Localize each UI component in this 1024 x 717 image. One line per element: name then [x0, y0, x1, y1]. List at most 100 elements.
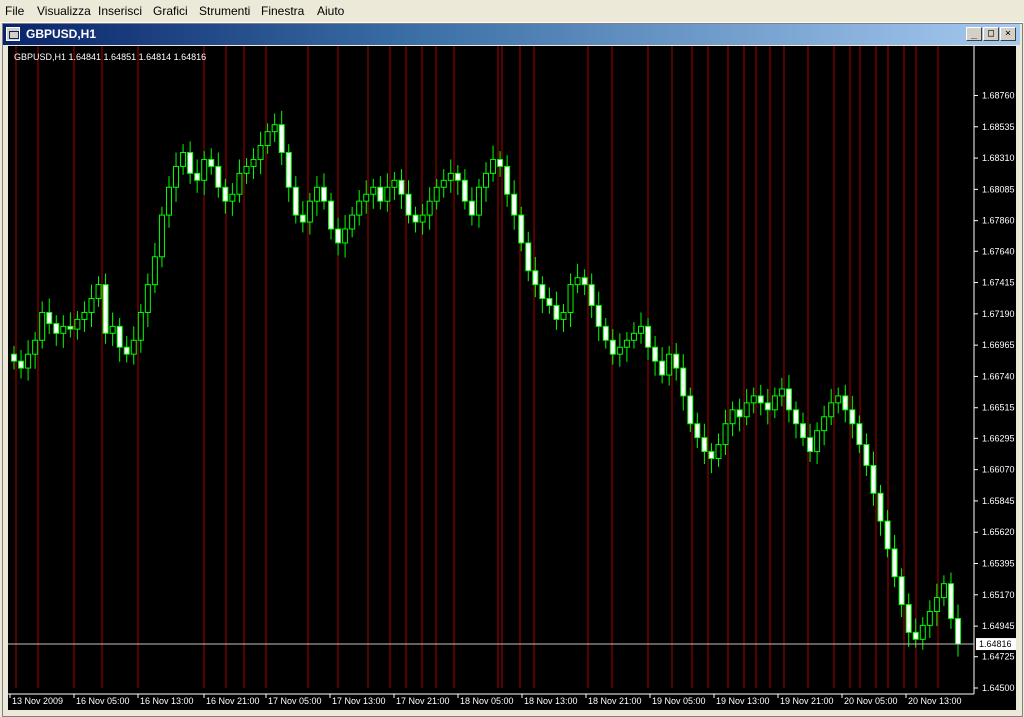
candle-body-up: [426, 200, 433, 216]
candle-body-down: [468, 200, 475, 216]
time-tick-label: 16 Nov 21:00: [206, 696, 260, 706]
candle-body-down: [539, 284, 546, 300]
candle-body-up: [447, 172, 454, 181]
window-titlebar[interactable]: [3, 24, 1020, 45]
candle-body-down: [898, 576, 905, 606]
candle-body-down: [518, 214, 525, 244]
candle-body-down: [532, 270, 539, 286]
time-tick-label: 17 Nov 21:00: [396, 696, 450, 706]
candle-body-down: [870, 464, 877, 494]
candlesticks: [11, 110, 961, 657]
candle-body-up: [25, 353, 32, 369]
candle-body-down: [842, 395, 849, 411]
candle-body-up: [828, 402, 835, 418]
candle-body-down: [856, 423, 863, 446]
candle-body-down: [11, 353, 17, 362]
candle-body-down: [891, 548, 898, 578]
time-tick-label: 13 Nov 2009: [12, 696, 63, 706]
candle-body-up: [729, 409, 736, 425]
price-tick-label: 1.68085: [982, 184, 1015, 194]
candle-body-down: [764, 402, 771, 411]
candle-body-up: [715, 444, 722, 460]
maximize-button[interactable]: □: [983, 27, 999, 41]
candle-body-down: [123, 346, 130, 355]
candle-body-down: [912, 631, 919, 640]
chart-area[interactable]: 1.68760 1.68535 1.68310 1.68085 1.67860 1.676…: [8, 46, 1016, 710]
menu-aiuto[interactable]: Aiuto: [317, 4, 344, 18]
candle-body-up: [39, 311, 46, 341]
close-button[interactable]: ×: [1000, 27, 1016, 41]
time-tick-label: 18 Nov 21:00: [588, 696, 642, 706]
candle-body-up: [88, 298, 95, 313]
time-tick-label: 20 Nov 13:00: [908, 696, 962, 706]
time-tick-label: 18 Nov 05:00: [460, 696, 514, 706]
candle-body-down: [680, 367, 687, 397]
price-tick-label: 1.68310: [982, 153, 1015, 163]
time-tick-label: 18 Nov 13:00: [524, 696, 578, 706]
candle-body-down: [659, 360, 666, 376]
menu-strumenti[interactable]: Strumenti: [199, 4, 250, 18]
candle-body-down: [53, 323, 60, 334]
candle-body-up: [574, 277, 581, 286]
candle-body-up: [95, 284, 102, 300]
price-tick-label: 1.64500: [982, 683, 1015, 693]
candle-body-up: [616, 346, 623, 355]
candle-body-up: [236, 172, 243, 195]
menu-inserisci[interactable]: Inserisci: [98, 4, 142, 18]
candle-body-down: [785, 388, 792, 411]
candle-body-up: [74, 318, 81, 330]
candle-body-down: [285, 152, 292, 188]
menu-bar: File Visualizza Inserisci Grafici Strume…: [0, 0, 1024, 23]
price-tick-label: 1.65845: [982, 496, 1015, 506]
price-chart[interactable]: 1.68760 1.68535 1.68310 1.68085 1.67860 1.676…: [8, 46, 1016, 710]
menu-file[interactable]: File: [5, 4, 24, 18]
candle-body-down: [947, 583, 954, 619]
candle-body-down: [511, 193, 518, 216]
candle-body-up: [229, 193, 236, 202]
menu-finestra[interactable]: Finestra: [261, 4, 304, 18]
candle-body-up: [144, 284, 151, 313]
price-tick-label: 1.64945: [982, 621, 1015, 631]
candle-body-down: [645, 325, 652, 348]
minimize-button[interactable]: _: [966, 27, 982, 41]
time-tick-label: 17 Nov 13:00: [332, 696, 386, 706]
candle-body-down: [588, 284, 595, 307]
time-tick-label: 19 Nov 05:00: [652, 696, 706, 706]
candle-body-down: [694, 423, 701, 439]
time-tick-label: 19 Nov 21:00: [780, 696, 834, 706]
candle-body-down: [335, 228, 342, 244]
candle-body-up: [370, 186, 377, 195]
price-tick-label: 1.66515: [982, 403, 1015, 413]
candle-body-down: [215, 165, 222, 188]
candle-body-up: [821, 416, 828, 432]
candle-body-down: [102, 284, 109, 334]
price-tick-label: 1.65620: [982, 527, 1015, 537]
price-tick-label: 1.66965: [982, 340, 1015, 350]
candle-body-up: [271, 124, 278, 133]
candle-body-down: [299, 214, 306, 223]
window-title: GBPUSD,H1: [26, 27, 97, 41]
price-tick-label: 1.64725: [982, 652, 1015, 662]
price-tick-label: 1.66740: [982, 371, 1015, 381]
candle-body-down: [116, 325, 123, 348]
candle-body-up: [778, 388, 785, 397]
menu-visualizza[interactable]: Visualizza: [37, 4, 91, 18]
candle-body-up: [137, 311, 144, 341]
candle-body-down: [800, 423, 807, 439]
candle-body-up: [60, 325, 67, 334]
candle-body-down: [863, 444, 870, 466]
candle-body-up: [151, 256, 158, 286]
candle-body-up: [384, 186, 391, 202]
candle-body-up: [32, 339, 39, 355]
candle-body-up: [306, 200, 313, 223]
candle-body-up: [342, 228, 349, 244]
candle-body-down: [807, 437, 814, 453]
candle-body-up: [814, 430, 821, 453]
candle-body-up: [201, 158, 208, 181]
price-tick-label: 1.68535: [982, 122, 1015, 132]
candle-body-down: [18, 360, 25, 369]
candle-body-down: [701, 437, 708, 453]
price-tick-label: 1.67640: [982, 246, 1015, 256]
menu-grafici[interactable]: Grafici: [153, 4, 188, 18]
candle-body-down: [398, 179, 405, 195]
